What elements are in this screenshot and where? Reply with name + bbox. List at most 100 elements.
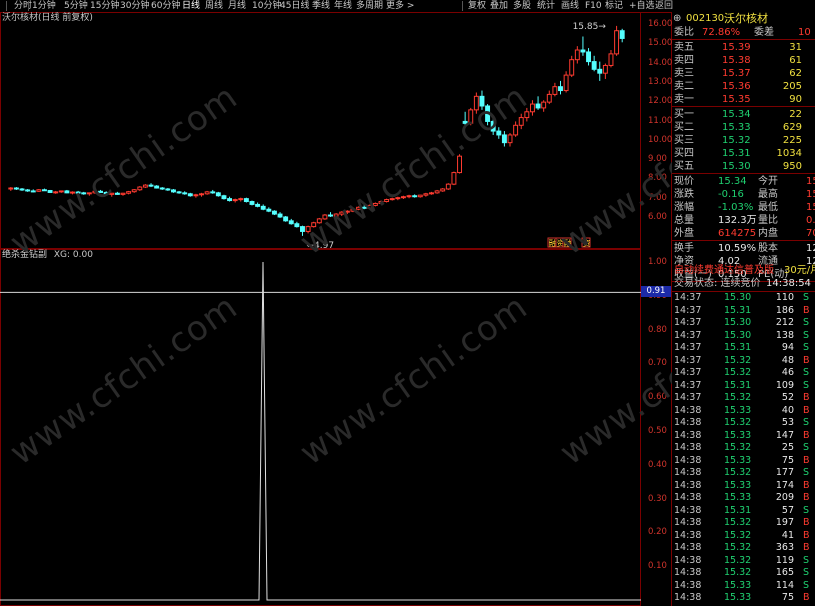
period-tab-13[interactable]: 多周期 — [356, 0, 383, 12]
tick-side: S — [803, 317, 810, 328]
panel-divider — [672, 240, 815, 241]
candle — [266, 207, 272, 213]
panel-divider — [672, 106, 815, 107]
tick-side: B — [803, 517, 810, 528]
tick-volume: 165 — [775, 567, 794, 578]
ask-label: 卖四 — [674, 55, 694, 66]
tick-time: 14:37 — [674, 317, 702, 328]
tool-button-0[interactable]: 复权 — [468, 0, 486, 12]
tick-row: 14:37 15.32 48 B — [672, 355, 815, 367]
stat-label: 最高 — [758, 189, 778, 200]
toolbar-separator — [462, 1, 463, 11]
candle — [210, 189, 216, 194]
bid-label: 买五 — [674, 161, 694, 172]
price-tick-label: 10.00 — [648, 134, 673, 145]
period-tab-12[interactable]: 年线 — [334, 0, 352, 12]
period-tab-2[interactable]: 5分钟 — [64, 0, 88, 12]
quote-stat-row: 涨跌 -0.16 最高 15 — [672, 188, 815, 201]
candle — [546, 90, 552, 105]
candle — [30, 189, 36, 193]
stat-label: 现价 — [674, 176, 694, 187]
tick-time: 14:38 — [674, 592, 702, 603]
period-tab-3[interactable]: 15分钟 — [90, 0, 119, 12]
tick-volume: 41 — [781, 529, 794, 541]
bid-volume: 950 — [782, 161, 802, 172]
tick-price: 15.31 — [724, 504, 752, 516]
tick-side: S — [803, 504, 810, 516]
chart-title: 沃尔核材(日线 前复权) — [2, 13, 93, 24]
tool-button-4[interactable]: 画线 — [561, 0, 579, 12]
period-tab-14[interactable]: 更多 > — [386, 0, 414, 12]
financing-marker-text: 融 — [549, 238, 557, 248]
candle — [137, 186, 143, 191]
tool-button-6[interactable]: 标记 — [605, 0, 623, 12]
bid-price: 15.33 — [722, 122, 751, 133]
stat-value: 614275 — [718, 228, 757, 239]
period-tab-8[interactable]: 月线 — [228, 0, 246, 12]
stat-label: 涨跌 — [674, 189, 694, 200]
candle — [417, 194, 423, 198]
candle — [451, 171, 457, 186]
candle — [249, 200, 255, 206]
tick-side: S — [803, 342, 810, 353]
ask-volume: 90 — [789, 94, 802, 105]
candle — [47, 189, 53, 193]
period-tab-11[interactable]: 季线 — [312, 0, 330, 12]
bid-volume: 629 — [782, 122, 802, 133]
tick-volume: 75 — [781, 454, 794, 466]
finance-stat-row: 换手 10.59%股本 12. — [672, 242, 815, 255]
tick-volume: 174 — [775, 479, 794, 491]
period-tab-7[interactable]: 周线 — [205, 0, 223, 12]
tick-volume: 186 — [775, 304, 794, 316]
tick-time: 14:38 — [674, 517, 702, 528]
ask-volume: 205 — [782, 81, 802, 92]
high-price-label: 15.85→ — [573, 22, 607, 32]
price-tick-label: 16.00 — [648, 19, 673, 29]
tool-button-2[interactable]: 多股 — [513, 0, 531, 12]
period-tab-5[interactable]: 60分钟 — [151, 0, 180, 12]
tick-row: 14:37 15.31 109 S — [672, 380, 815, 392]
period-tab-10[interactable]: 45日线 — [280, 0, 309, 12]
tick-row: 14:38 15.31 57 S — [672, 505, 815, 517]
bid-price: 15.30 — [722, 161, 751, 172]
stock-name: 沃尔核材 — [724, 12, 768, 25]
ask-row: 卖二 15.36 205 — [672, 80, 815, 93]
ad-text[interactable]: 自动续费通达信普及版 — [674, 264, 774, 277]
stat-value: 15.34 — [718, 176, 747, 187]
tick-side: S — [803, 567, 810, 578]
candle — [283, 216, 289, 222]
tool-button-1[interactable]: 叠加 — [490, 0, 508, 12]
tick-price: 15.32 — [724, 417, 752, 428]
stat-label: 换手 — [674, 243, 694, 254]
candle — [552, 82, 558, 97]
bid-label: 买三 — [674, 135, 694, 146]
tool-button-8[interactable]: 返回 — [655, 0, 673, 12]
tick-side: S — [803, 467, 810, 478]
tick-side: S — [803, 417, 810, 428]
bid-label: 买四 — [674, 148, 694, 159]
tick-time: 14:38 — [674, 429, 702, 441]
bid-volume: 225 — [782, 135, 802, 146]
weibi-row: 委比 72.86% 委差 10 — [672, 26, 815, 39]
tick-side: B — [803, 592, 810, 603]
tick-side: S — [803, 554, 810, 566]
stat-label: 外盘 — [674, 228, 694, 239]
ad-row[interactable]: 自动续费通达信普及版 30元/月 — [672, 264, 815, 277]
tool-button-3[interactable]: 统计 — [537, 0, 555, 12]
tool-button-7[interactable]: +自选 — [629, 0, 655, 12]
period-tab-1[interactable]: 1分钟 — [32, 0, 56, 12]
period-tab-0[interactable]: 分时 — [14, 0, 32, 12]
candle — [187, 192, 193, 197]
stock-icon[interactable]: ⊕ — [673, 12, 681, 25]
period-tab-6[interactable]: 日线 — [182, 0, 200, 12]
period-tab-9[interactable]: 10分钟 — [252, 0, 281, 12]
tick-volume: 114 — [775, 579, 794, 591]
indicator-title: 绝杀金钻副 XG: 0.00 — [2, 250, 93, 261]
quote-stat-row: 外盘 614275内盘 709 — [672, 227, 815, 240]
period-tab-4[interactable]: 30分钟 — [120, 0, 149, 12]
tool-button-5[interactable]: F10 — [585, 0, 602, 12]
tick-price: 15.31 — [724, 379, 752, 391]
candle — [182, 191, 188, 195]
tick-row: 14:37 15.32 52 B — [672, 392, 815, 404]
candle — [260, 204, 266, 211]
